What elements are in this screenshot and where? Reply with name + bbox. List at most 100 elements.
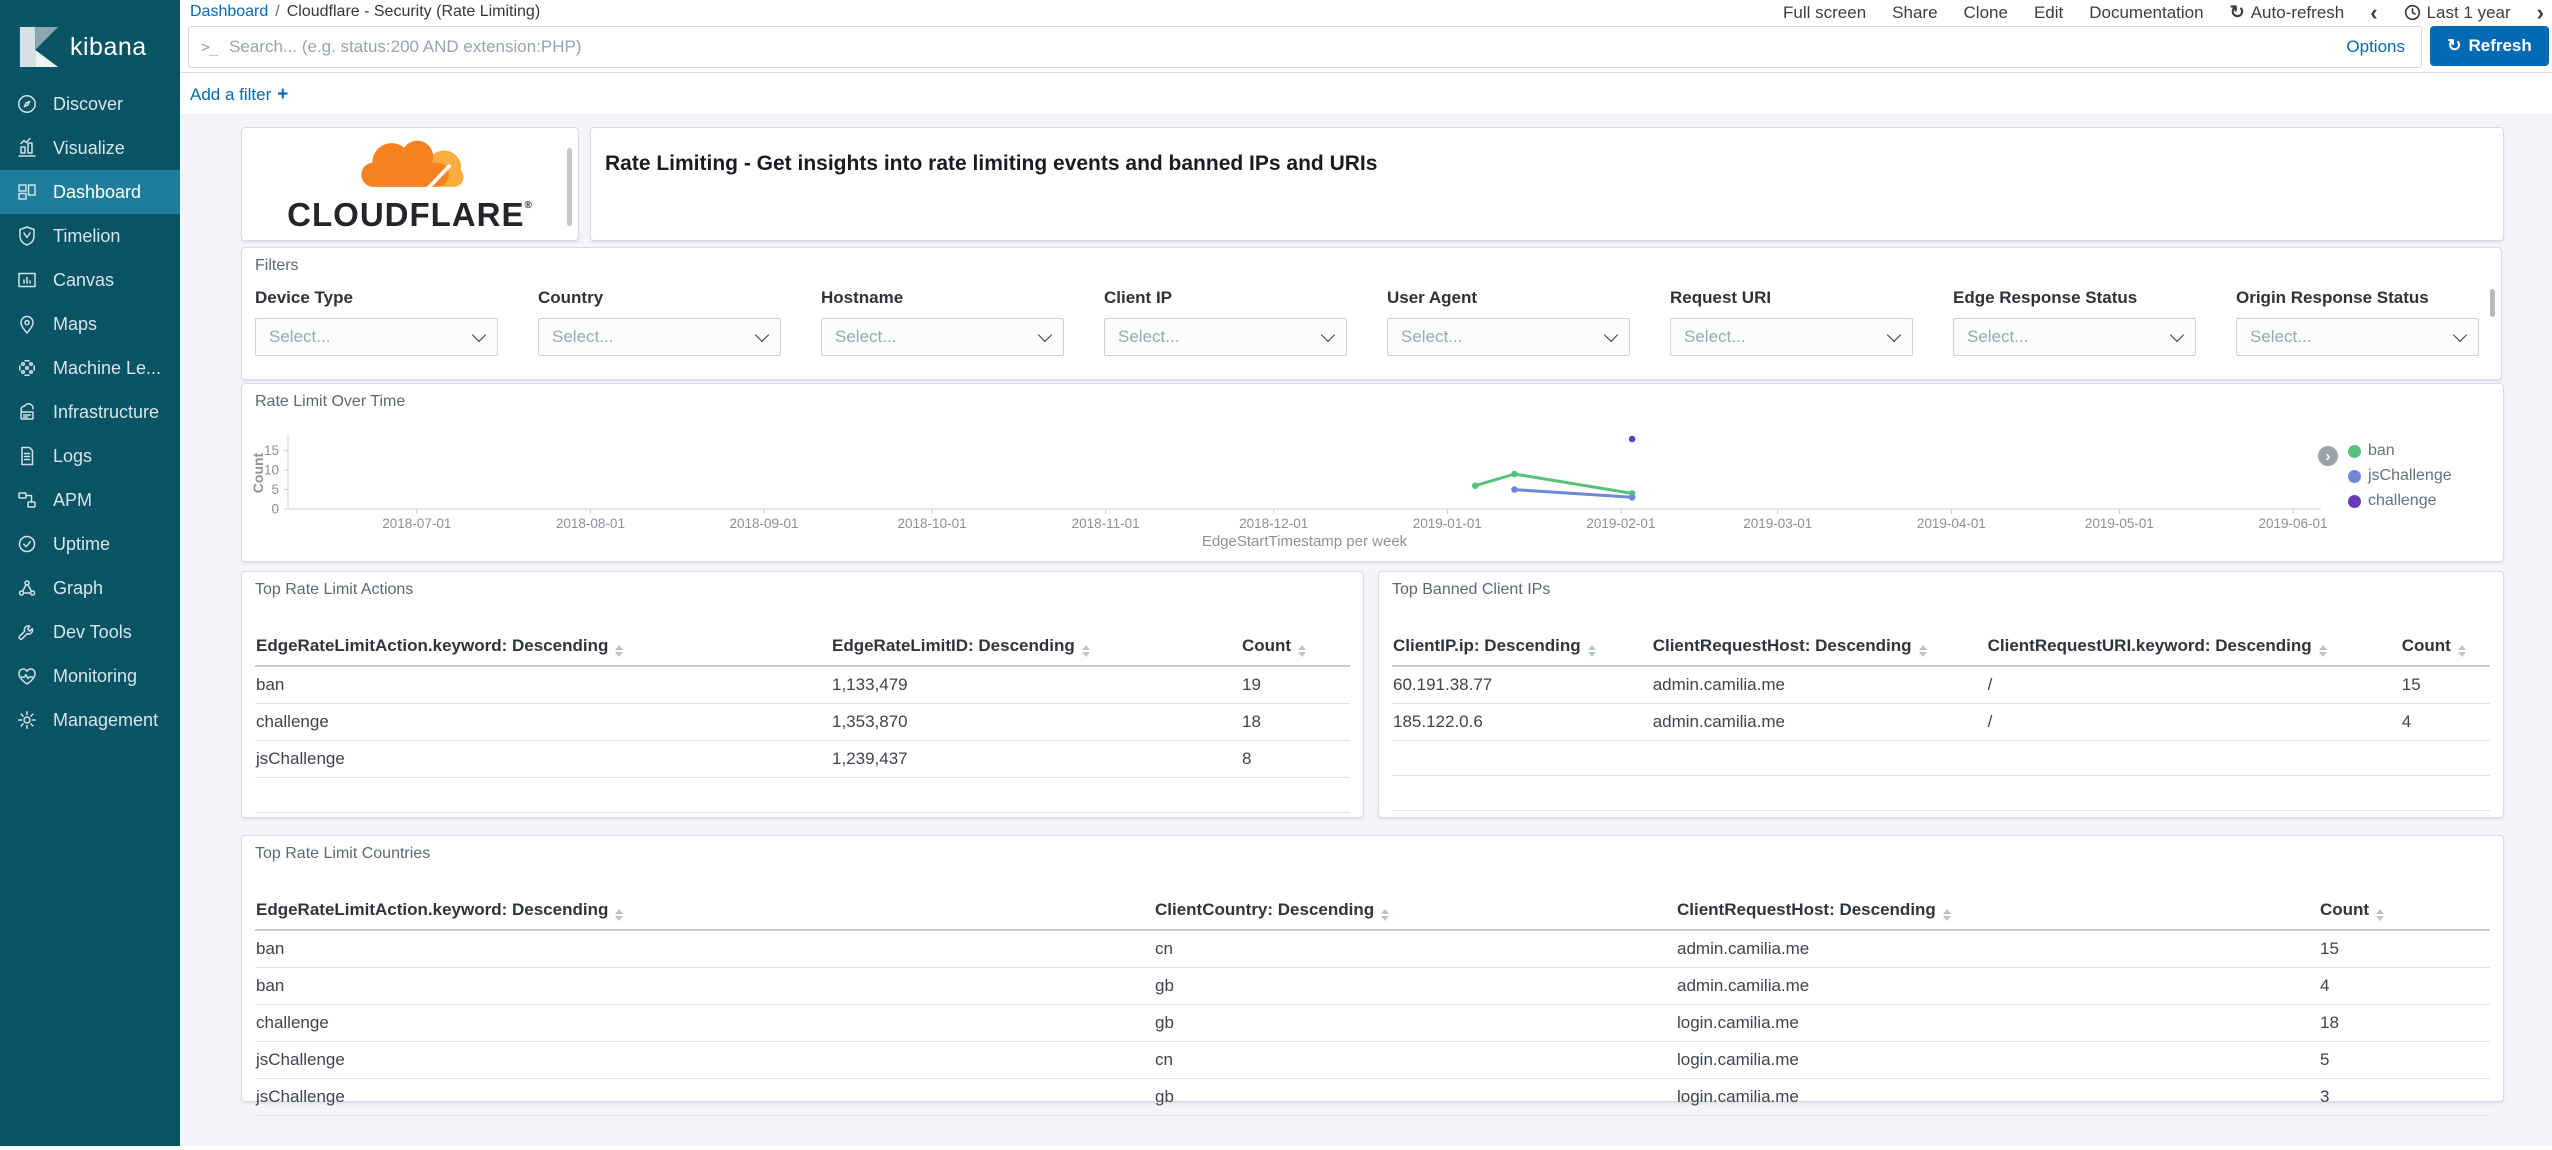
filters-panel: Filters Device Type Select... Country Selec… [241,247,2502,380]
sidebar-item-canvas[interactable]: Canvas [0,258,180,302]
share-button[interactable]: Share [1892,3,1937,23]
filter-select-origin-response-status[interactable]: Select... [2236,318,2479,356]
select-placeholder: Select... [1118,327,1180,346]
graph-nodes-icon [14,575,40,601]
column-header[interactable]: ClientCountry: Descending [1154,891,1676,931]
legend-items: ban jsChallenge challenge [2348,442,2452,510]
logo-panel-scrollbar[interactable] [567,148,572,226]
search-placeholder: Search... (e.g. status:200 AND extension… [229,37,582,56]
sidebar-item-discover[interactable]: Discover [0,82,180,126]
sort-icon[interactable] [1081,644,1090,657]
breadcrumb-dashboard-link[interactable]: Dashboard [190,3,268,20]
sort-icon[interactable] [1381,908,1390,921]
legend-collapse-icon[interactable]: › [2318,446,2338,466]
options-button[interactable]: Options [2346,37,2421,57]
filters-panel-scrollbar[interactable] [2490,289,2495,317]
sort-icon[interactable] [1587,644,1596,657]
edit-button[interactable]: Edit [2034,3,2063,23]
table-row: jsChallenge cn login.camilia.me 5 [255,1041,2490,1079]
breadcrumb-current: Cloudflare - Security (Rate Limiting) [286,3,541,20]
svg-text:2018-10-01: 2018-10-01 [898,516,967,531]
column-header[interactable]: Count [1241,627,1350,667]
sidebar-item-apm[interactable]: APM [0,478,180,522]
select-placeholder: Select... [835,327,897,346]
sidebar-item-label: Infrastructure [53,401,160,422]
sidebar-item-label: Graph [53,577,104,598]
sort-icon[interactable] [615,644,624,657]
filter-select-user-agent[interactable]: Select... [1387,318,1630,356]
filter-field-edge-response-status: Edge Response Status Select... [1953,288,2196,356]
filter-select-device-type[interactable]: Select... [255,318,498,356]
legend-item-ban[interactable]: ban [2348,442,2452,460]
sort-icon[interactable] [1918,644,1927,657]
table-cell: 19 [1241,666,1350,704]
column-header[interactable]: EdgeRateLimitAction.keyword: Descending [255,891,1154,931]
filter-label: Device Type [255,288,353,307]
legend-item-jschallenge[interactable]: jsChallenge [2348,467,2452,485]
sort-icon[interactable] [2318,644,2327,657]
auto-refresh-button[interactable]: ↻ Auto-refresh [2230,2,2345,23]
column-header[interactable]: Count [2319,891,2490,931]
documentation-button[interactable]: Documentation [2089,3,2203,23]
add-filter-button[interactable]: Add a filter + [190,84,288,106]
svg-text:0: 0 [271,502,279,517]
table-cell: 60.191.38.77 [1392,666,1652,704]
sidebar-item-logs[interactable]: Logs [0,434,180,478]
sidebar-item-graph[interactable]: Graph [0,566,180,610]
column-header[interactable]: ClientRequestHost: Descending [1651,627,1987,667]
table-cell: login.camilia.me [1676,1004,2319,1042]
full-screen-button[interactable]: Full screen [1783,3,1866,23]
column-header[interactable]: EdgeRateLimitAction.keyword: Descending [255,627,831,667]
column-header[interactable]: EdgeRateLimitID: Descending [831,627,1241,667]
legend-dot-icon [2348,469,2361,483]
table-header-row: EdgeRateLimitAction.keyword: Descending E… [255,627,1350,667]
time-forward-chevron-icon[interactable]: › [2537,1,2544,23]
cloudflare-brand-text: CLOUDFLARE [287,196,525,233]
sidebar-item-label: Dashboard [53,181,142,202]
legend-item-challenge[interactable]: challenge [2348,492,2452,510]
sidebar-item-monitoring[interactable]: Monitoring [0,654,180,698]
table-cell: gb [1154,1004,1676,1042]
table-cell: jsChallenge [255,740,831,778]
sidebar-item-maps[interactable]: Maps [0,302,180,346]
sidebar-item-label: Canvas [53,269,115,290]
column-header[interactable]: ClientIP.ip: Descending [1392,627,1652,667]
filter-select-client-ip[interactable]: Select... [1104,318,1347,356]
filter-field-client-ip: Client IP Select... [1104,288,1347,356]
sidebar-item-infrastructure[interactable]: Infrastructure [0,390,180,434]
search-input[interactable]: >_ Search... (e.g. status:200 AND extens… [188,26,2422,68]
filter-select-edge-response-status[interactable]: Select... [1953,318,2196,356]
sort-icon[interactable] [1942,908,1951,921]
table-cell: gb [1154,967,1676,1005]
filter-select-request-uri[interactable]: Select... [1670,318,1913,356]
sort-icon[interactable] [2457,644,2466,657]
column-header[interactable]: ClientRequestHost: Descending [1676,891,2319,931]
chevron-down-icon [2452,327,2468,342]
time-range-button[interactable]: Last 1 year [2404,3,2511,23]
filter-select-country[interactable]: Select... [538,318,781,356]
table-cell: admin.camilia.me [1651,666,1987,704]
filter-select-hostname[interactable]: Select... [821,318,1064,356]
time-back-chevron-icon[interactable]: ‹ [2370,1,2377,23]
sidebar-item-visualize[interactable]: Visualize [0,126,180,170]
column-header[interactable]: Count [2400,627,2490,667]
breadcrumb: Dashboard / Cloudflare - Security (Rate Li… [190,3,540,21]
kibana-logo[interactable]: kibana [0,0,180,82]
sidebar-item-management[interactable]: Management [0,698,180,742]
top-rate-limit-actions-table: EdgeRateLimitAction.keyword: Descending E… [255,627,1350,813]
sidebar-item-dashboard[interactable]: Dashboard [0,170,180,214]
sidebar-item-dev-tools[interactable]: Dev Tools [0,610,180,654]
column-header[interactable]: ClientRequestURI.keyword: Descending [1986,627,2401,667]
svg-text:2019-03-01: 2019-03-01 [1743,516,1812,531]
sidebar-item-timelion[interactable]: Timelion [0,214,180,258]
legend-label: challenge [2368,492,2437,509]
sort-icon[interactable] [1298,644,1307,657]
svg-text:2019-02-01: 2019-02-01 [1586,516,1655,531]
sidebar-item-machine-le[interactable]: Machine Le... [0,346,180,390]
sidebar-item-uptime[interactable]: Uptime [0,522,180,566]
clone-button[interactable]: Clone [1964,3,2008,23]
refresh-button[interactable]: ↻ Refresh [2430,26,2549,66]
sort-icon[interactable] [615,908,624,921]
dashboard-content: CLOUDFLARE® Rate Limiting - Get insights… [180,114,2552,1146]
sort-icon[interactable] [2376,908,2385,921]
